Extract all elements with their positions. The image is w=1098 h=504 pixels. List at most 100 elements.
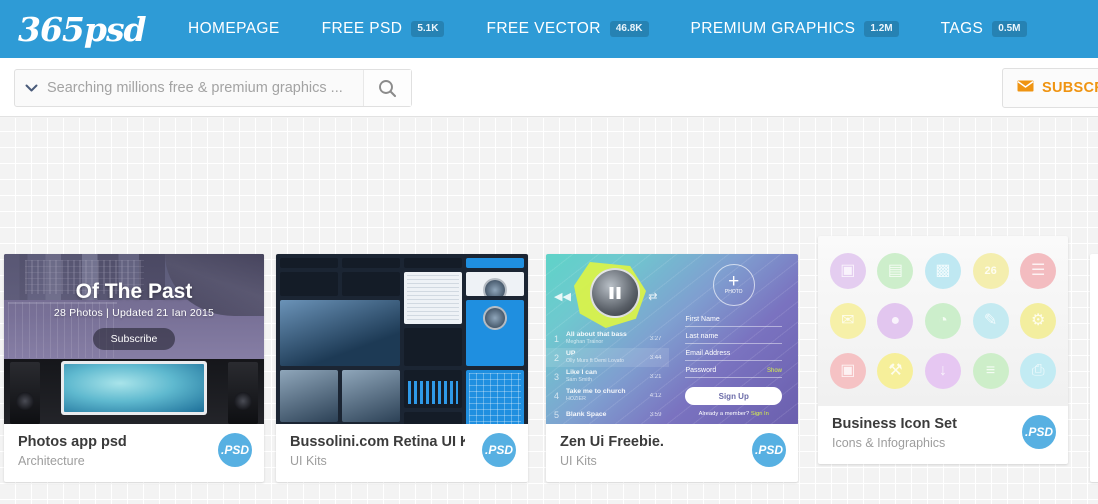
track-info: Blank Space (566, 411, 650, 419)
track-list: 1 All about that bass Meghan Trainor 3:2… (546, 329, 670, 424)
track-row[interactable]: 3 Like I can Sam Smith 3:21 (546, 367, 669, 386)
prev-icon[interactable]: ◀◀ (554, 290, 571, 303)
card-zen-ui-freebie[interactable]: ◀◀ ⇄ 1 All about that bass Meghan Traino… (546, 254, 798, 482)
track-title: All about that bass (566, 331, 627, 338)
chevron-down-icon[interactable] (15, 70, 47, 106)
hero-text-block: Of The Past 28 Photos | Updated 21 Ian 2… (4, 280, 264, 350)
form-fields: First Name Last name Email Address Passw… (669, 310, 798, 417)
last-name-field[interactable]: Last name (685, 327, 782, 344)
calendar-icon: 26 (972, 253, 1009, 289)
track-number: 2 (554, 352, 560, 363)
track-row[interactable]: 4 Take me to church HOZIER 4:12 (546, 386, 669, 405)
presentation-icon: ▤ (877, 253, 914, 289)
card-category[interactable]: UI Kits (560, 454, 784, 468)
search-gear-icon: ⚙ (1020, 303, 1057, 339)
track-info: Take me to church HOZIER (566, 388, 650, 403)
track-info: UP Olly Murs ft Demi Lovato (566, 350, 650, 365)
card-bussolini-retina-ui-kit[interactable]: Bussolini.com Retina UI K... UI Kits .PS… (276, 254, 528, 482)
card-category[interactable]: Architecture (18, 454, 250, 468)
card-category[interactable]: Icons & Infographics (832, 436, 1054, 450)
track-title: UP (566, 350, 576, 357)
password-field[interactable]: Password Show (685, 361, 782, 378)
card-title[interactable]: Business Icon Set (832, 416, 1007, 432)
music-player-panel: ◀◀ ⇄ 1 All about that bass Meghan Traino… (546, 254, 670, 424)
signup-button[interactable]: Sign Up (685, 387, 782, 405)
card-business-icon-set[interactable]: ▣ ▤ ▩ 26 ☰ ✉ ● ◔ ✎ ⚙ ▣ ⚒ ↓ ≡ ⎙ Business … (818, 236, 1068, 464)
track-artist: Sam Smith (566, 377, 592, 383)
track-artist: HOZIER (566, 396, 587, 402)
photo-label: PHOTO (724, 289, 743, 295)
nav-item-tags[interactable]: TAGS 0.5M (941, 20, 1027, 38)
track-number: 3 (554, 371, 560, 382)
nav-badge: 5.1K (411, 21, 445, 37)
track-title: Like I can (566, 369, 597, 376)
briefcase-icon: ▣ (829, 353, 866, 389)
card-thumbnail[interactable] (276, 254, 528, 424)
list-icon: ≡ (972, 353, 1009, 389)
photos-icon: ▣ (829, 253, 866, 289)
contract-icon: ✎ (972, 303, 1009, 339)
search-icon[interactable] (363, 70, 411, 106)
card-category[interactable]: UI Kits (290, 454, 514, 468)
card-title[interactable]: Photos app psd (18, 434, 193, 450)
signin-link[interactable]: Sign In (751, 411, 769, 417)
envelope-icon (1017, 79, 1034, 97)
show-password-link[interactable]: Show (767, 368, 782, 374)
first-name-field[interactable]: First Name (685, 310, 782, 327)
subscribe-button[interactable]: SUBSCRIBE (1002, 68, 1098, 108)
nav-badge: 1.2M (864, 21, 899, 37)
track-number: 5 (554, 409, 560, 420)
nav-item-homepage[interactable]: HOMEPAGE (188, 20, 280, 38)
search-input[interactable] (47, 70, 363, 106)
nav-item-free-vector[interactable]: FREE VECTOR 46.8K (486, 20, 649, 38)
search-box (14, 69, 412, 107)
nav-item-premium-graphics[interactable]: PREMIUM GRAPHICS 1.2M (691, 20, 899, 38)
site-header: 365psd HOMEPAGE FREE PSD 5.1K FREE VECTO… (0, 0, 1098, 58)
hero-subtitle: 28 Photos | Updated 21 Ian 2015 (53, 307, 215, 319)
nav-label: HOMEPAGE (188, 20, 280, 37)
ui-kit-collage (280, 258, 524, 424)
card-title[interactable]: Zen Ui Freebie. (560, 434, 735, 450)
field-label: First Name (685, 316, 720, 323)
main-nav: HOMEPAGE FREE PSD 5.1K FREE VECTOR 46.8K… (188, 20, 1069, 38)
track-row[interactable]: 2 UP Olly Murs ft Demi Lovato 3:44 (546, 348, 670, 367)
card-photos-app-psd[interactable]: Of The Past 28 Photos | Updated 21 Ian 2… (4, 254, 264, 482)
member-label: Already a member? (698, 411, 750, 417)
track-row[interactable]: 1 All about that bass Meghan Trainor 3:2… (546, 329, 669, 348)
signup-form-panel: + PHOTO First Name Last name Email Addre… (669, 254, 798, 424)
card-title[interactable]: Bussolini.com Retina UI K... (290, 434, 465, 450)
track-duration: 3:21 (649, 373, 662, 380)
card-thumbnail[interactable]: ▣ ▤ ▩ 26 ☰ ✉ ● ◔ ✎ ⚙ ▣ ⚒ ↓ ≡ ⎙ (818, 236, 1068, 406)
nav-item-free-psd[interactable]: FREE PSD 5.1K (322, 20, 445, 38)
speaker-left (10, 362, 40, 424)
card-thumbnail[interactable]: ◀◀ ⇄ 1 All about that bass Meghan Traino… (546, 254, 798, 424)
site-logo[interactable]: 365psd (18, 13, 147, 46)
card-meta: Photos app psd Architecture .PSD (4, 424, 264, 482)
nav-label: FREE VECTOR (486, 20, 601, 37)
card-next-partial[interactable] (1090, 254, 1098, 482)
speaker-right (228, 362, 258, 424)
add-photo-button[interactable]: + PHOTO (712, 264, 755, 306)
tools-icon: ⚒ (877, 353, 914, 389)
track-row[interactable]: 5 Blank Space 3:59 (546, 405, 669, 424)
desk-photo (4, 359, 264, 424)
card-meta: Bussolini.com Retina UI K... UI Kits .PS… (276, 424, 528, 482)
email-field[interactable]: Email Address (685, 344, 782, 361)
psd-badge: .PSD (218, 433, 252, 467)
pause-icon[interactable] (609, 287, 621, 299)
subscribe-label: SUBSCRIBE (1042, 80, 1098, 96)
track-info: All about that bass Meghan Trainor (566, 331, 650, 346)
monitor-screen (64, 364, 204, 412)
mail-icon: ✉ (829, 303, 866, 339)
track-title: Blank Space (566, 410, 607, 418)
track-duration: 4:12 (649, 392, 662, 399)
nav-label: PREMIUM GRAPHICS (690, 20, 856, 37)
printer-icon: ⎙ (1020, 353, 1057, 389)
track-duration: 3:44 (649, 354, 662, 361)
hero-subscribe-button[interactable]: Subscribe (92, 328, 176, 350)
plus-icon: + (728, 271, 740, 292)
repeat-icon[interactable]: ⇄ (648, 290, 657, 303)
pie-chart-icon: ◔ (924, 303, 961, 339)
search-bar-row: SUBSCRIBE (0, 58, 1098, 117)
card-thumbnail[interactable]: Of The Past 28 Photos | Updated 21 Ian 2… (4, 254, 264, 424)
